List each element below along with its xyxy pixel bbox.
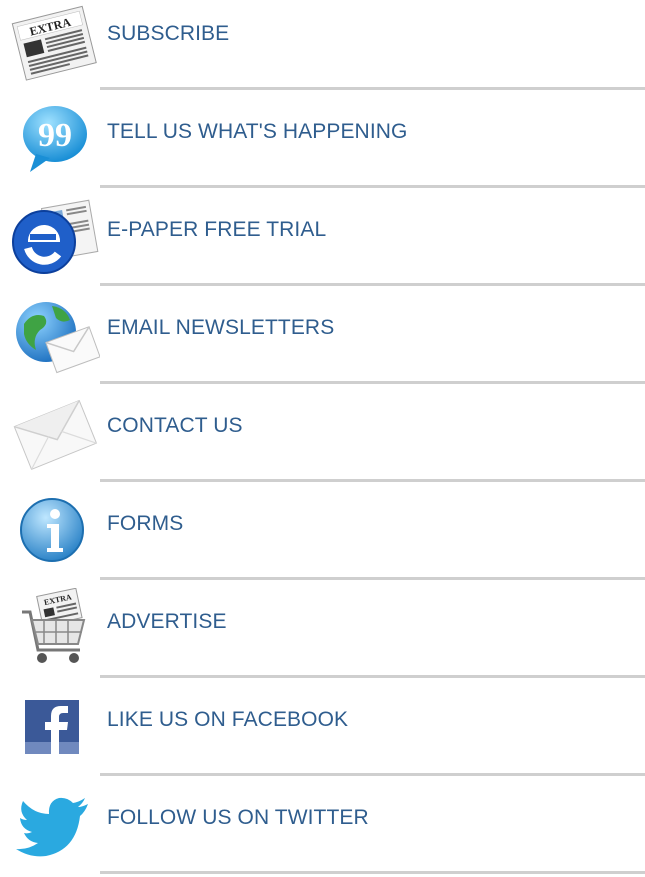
menu-item-label: EMAIL NEWSLETTERS — [107, 316, 335, 339]
envelope-icon — [10, 392, 100, 476]
menu-item-e-paper[interactable]: E-PAPER FREE TRIAL — [0, 196, 645, 294]
divider — [100, 479, 645, 482]
menu-item-contact-us[interactable]: CONTACT US — [0, 392, 645, 490]
newspaper-extra-icon: EXTRA — [10, 0, 100, 84]
menu-item-twitter[interactable]: FOLLOW US ON TWITTER — [0, 784, 645, 877]
menu-item-facebook[interactable]: LIKE US ON FACEBOOK — [0, 686, 645, 784]
divider — [100, 773, 645, 776]
divider — [100, 675, 645, 678]
info-icon — [10, 490, 100, 574]
divider — [100, 87, 645, 90]
svg-text:99: 99 — [38, 117, 72, 154]
quote-bubble-icon: 99 — [10, 98, 100, 182]
menu-list: EXTRA SUBSCRIBE 99 TELL US WHAT'S HAPPEN… — [0, 0, 645, 877]
menu-item-advertise[interactable]: EXTRA ADVERTISE — [0, 588, 645, 686]
menu-item-tell-us[interactable]: 99 TELL US WHAT'S HAPPENING — [0, 98, 645, 196]
divider — [100, 283, 645, 286]
globe-envelope-icon — [10, 294, 100, 378]
menu-item-label: FORMS — [107, 512, 184, 535]
menu-item-label: SUBSCRIBE — [107, 22, 230, 45]
divider — [100, 871, 645, 874]
shopping-cart-newspaper-icon: EXTRA — [10, 588, 100, 672]
menu-item-label: TELL US WHAT'S HAPPENING — [107, 120, 408, 143]
menu-item-subscribe[interactable]: EXTRA SUBSCRIBE — [0, 0, 645, 98]
divider — [100, 185, 645, 188]
menu-item-label: E-PAPER FREE TRIAL — [107, 218, 327, 241]
menu-item-label: CONTACT US — [107, 414, 243, 437]
facebook-icon — [10, 686, 100, 770]
menu-item-label: LIKE US ON FACEBOOK — [107, 708, 349, 731]
menu-item-forms[interactable]: FORMS — [0, 490, 645, 588]
twitter-bird-icon — [10, 784, 100, 868]
menu-item-label: ADVERTISE — [107, 610, 227, 633]
divider — [100, 381, 645, 384]
e-paper-icon — [10, 196, 100, 280]
divider — [100, 577, 645, 580]
menu-item-email-newsletters[interactable]: EMAIL NEWSLETTERS — [0, 294, 645, 392]
menu-item-label: FOLLOW US ON TWITTER — [107, 806, 369, 829]
